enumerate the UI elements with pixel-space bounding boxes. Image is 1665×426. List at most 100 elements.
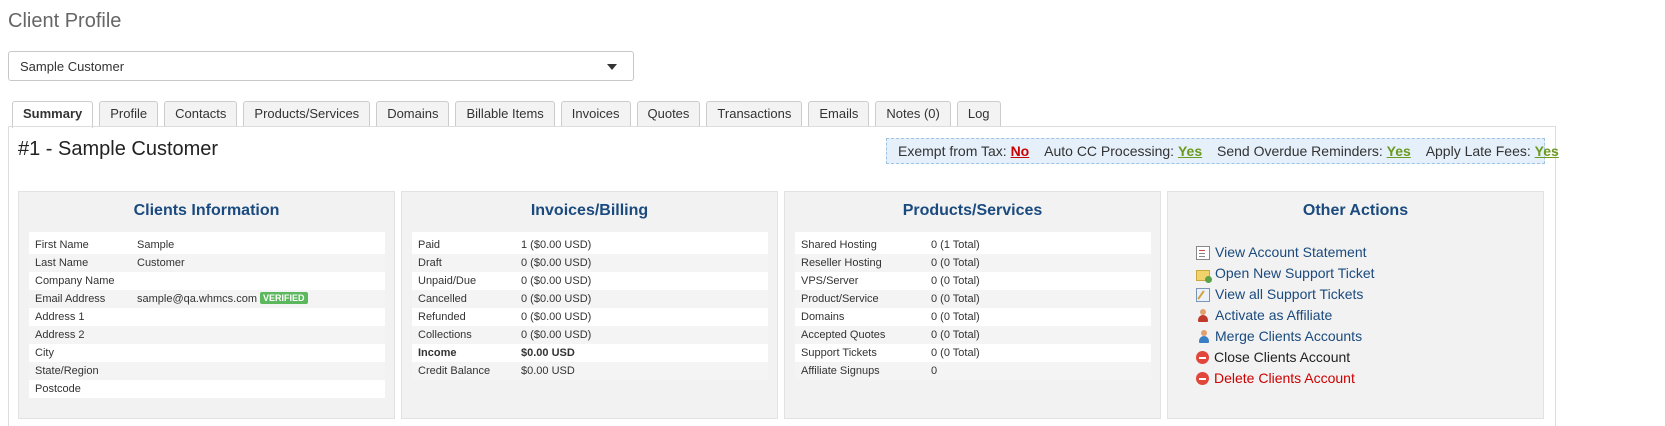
merge-clients-accounts-link[interactable]: Merge Clients Accounts [1196,326,1375,347]
row-label: Accepted Quotes [801,329,886,341]
exempt-tax-flag: Exempt from Tax: No [898,143,1029,159]
tab-products-services[interactable]: Products/Services [243,101,371,126]
verified-badge: VERIFIED [259,292,308,304]
clients-information-panel: Clients Information First Name Sample Las… [18,191,395,419]
tab-transactions[interactable]: Transactions [706,101,803,126]
open-new-support-ticket-link[interactable]: Open New Support Ticket [1196,263,1375,284]
client-flags-bar: Exempt from Tax: No Auto CC Processing: … [886,138,1559,164]
caret-down-icon[interactable] [607,64,617,70]
clients-information-title: Clients Information [133,202,280,219]
row-value: 0 ($0.00 USD) [521,329,592,341]
row-label: Income [418,347,457,359]
row-label: City [35,347,54,359]
table-row: Domains 0 (0 Total) [795,308,1151,326]
row-label: Credit Balance [418,365,491,377]
row-label: Address 2 [35,329,85,341]
view-account-statement-link[interactable]: View Account Statement [1196,242,1375,263]
tab-summary[interactable]: Summary [12,101,94,128]
other-actions-panel: Other Actions View Account Statement Ope… [1167,191,1544,419]
table-row: Unpaid/Due 0 ($0.00 USD) [412,272,768,290]
tab-invoices[interactable]: Invoices [560,101,631,126]
tab-emails[interactable]: Emails [808,101,870,126]
table-row: State/Region [29,362,385,380]
delete-clients-account-link[interactable]: Delete Clients Account [1196,368,1375,389]
tab-bar: Summary Profile Contacts Products/Servic… [12,101,1007,128]
row-value: 0 (0 Total) [931,257,980,269]
table-row: Affiliate Signups 0 [795,362,1151,380]
table-row: Shared Hosting 0 (1 Total) [795,236,1151,254]
exempt-tax-toggle[interactable]: No [1011,143,1030,159]
invoices-billing-table: Paid 1 ($0.00 USD) Draft 0 ($0.00 USD) Unp… [412,232,768,380]
close-clients-account-link[interactable]: Close Clients Account [1196,347,1375,368]
tab-quotes[interactable]: Quotes [636,101,701,126]
row-label: Unpaid/Due [418,275,477,287]
clients-information-table: First Name Sample Last Name Customer Compa… [29,232,385,398]
row-label: Draft [418,257,442,269]
late-fees-label: Apply Late Fees: [1425,143,1531,159]
auto-cc-flag: Auto CC Processing: Yes [1044,143,1202,159]
row-value: $0.00 USD [521,365,575,377]
row-value: 0 ($0.00 USD) [521,275,592,287]
email-value: sample@qa.whmcs.com [137,293,257,305]
table-row: Last Name Customer [29,254,385,272]
tab-profile[interactable]: Profile [99,101,159,126]
overdue-reminders-toggle[interactable]: Yes [1387,143,1411,159]
auto-cc-toggle[interactable]: Yes [1178,143,1202,159]
row-value: $0.00 USD [521,347,575,359]
row-label: Postcode [35,383,81,395]
table-row: Company Name [29,272,385,290]
row-value: 0 (0 Total) [931,329,980,341]
row-label: Product/Service [801,293,879,305]
table-row: City [29,344,385,362]
view-all-support-tickets-link[interactable]: View all Support Tickets [1196,284,1375,305]
row-value: 0 ($0.00 USD) [521,257,592,269]
row-label: Cancelled [418,293,467,305]
table-row: Credit Balance $0.00 USD [412,362,768,380]
table-row: Postcode [29,380,385,398]
other-actions-list: View Account Statement Open New Support … [1196,242,1375,389]
invoices-billing-title: Invoices/Billing [530,202,649,219]
email-value-cell: sample@qa.whmcs.com VERIFIED [137,290,308,308]
row-value: 0 [931,365,938,377]
action-label: View Account Statement [1215,244,1367,260]
client-heading: #1 - Sample Customer [18,138,219,160]
row-label: Collections [418,329,472,341]
row-label: Refunded [418,311,466,323]
table-row: Product/Service 0 (0 Total) [795,290,1151,308]
invoices-billing-panel: Invoices/Billing Paid 1 ($0.00 USD) Draft… [401,191,778,419]
row-label: Paid [418,239,441,251]
statement-icon [1196,245,1210,260]
client-select[interactable]: Sample Customer [8,51,634,81]
new-ticket-icon [1196,269,1212,283]
tab-contacts[interactable]: Contacts [164,101,238,126]
row-label: Shared Hosting [801,239,877,251]
row-label: Email Address [35,293,106,305]
page-title: Client Profile [8,10,122,32]
table-row: Draft 0 ($0.00 USD) [412,254,768,272]
delete-account-icon [1196,372,1209,385]
table-row: Collections 0 ($0.00 USD) [412,326,768,344]
tab-log[interactable]: Log [956,101,1001,126]
products-services-title: Products/Services [902,202,1043,219]
row-label: Address 1 [35,311,85,323]
other-actions-title: Other Actions [1302,202,1409,219]
action-label: Merge Clients Accounts [1215,328,1363,344]
tab-billable-items[interactable]: Billable Items [455,101,555,126]
activate-as-affiliate-link[interactable]: Activate as Affiliate [1196,305,1375,326]
table-row: Accepted Quotes 0 (0 Total) [795,326,1151,344]
row-label: Last Name [35,257,89,269]
table-row: Reseller Hosting 0 (0 Total) [795,254,1151,272]
late-fees-toggle[interactable]: Yes [1535,143,1559,159]
row-value: 0 ($0.00 USD) [521,293,592,305]
table-row: VPS/Server 0 (0 Total) [795,272,1151,290]
action-label: Delete Clients Account [1214,370,1355,386]
tab-notes[interactable]: Notes (0) [875,101,951,126]
table-row: Address 2 [29,326,385,344]
table-row: Paid 1 ($0.00 USD) [412,236,768,254]
action-label: Activate as Affiliate [1215,307,1333,323]
row-label: First Name [35,239,89,251]
row-value: 0 (1 Total) [931,239,980,251]
row-label: Support Tickets [801,347,877,359]
tab-domains[interactable]: Domains [376,101,450,126]
table-row: Income $0.00 USD [412,344,768,362]
